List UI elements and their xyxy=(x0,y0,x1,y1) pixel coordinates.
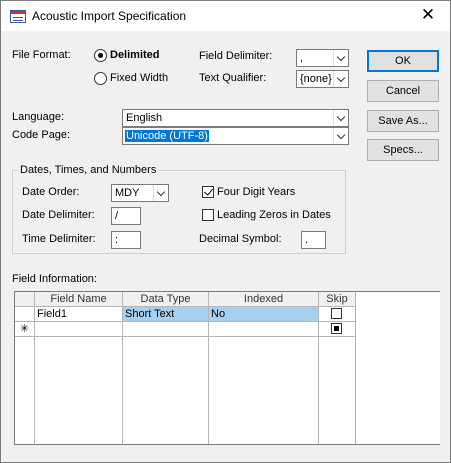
new-skip-checkbox[interactable] xyxy=(331,323,342,334)
date-delimiter-input[interactable]: / xyxy=(111,207,141,225)
column-header-indexed[interactable]: Indexed xyxy=(209,292,319,307)
new-skip-cell xyxy=(319,322,356,337)
dates-group-title: Dates, Times, and Numbers xyxy=(17,164,160,176)
four-digit-years-checkbox[interactable] xyxy=(202,186,214,198)
row-selector[interactable] xyxy=(15,307,35,322)
date-order-label: Date Order: xyxy=(22,186,80,198)
code-page-value: Unicode (UTF-8) xyxy=(125,130,209,142)
delimited-radio[interactable] xyxy=(94,49,107,62)
title-bar: Acoustic Import Specification ✕ xyxy=(1,1,450,31)
language-combo[interactable]: English xyxy=(122,109,349,127)
empty-column-area xyxy=(209,337,319,444)
field-name-cell[interactable]: Field1 xyxy=(35,307,123,322)
field-info-label: Field Information: xyxy=(12,273,97,285)
new-indexed-cell[interactable] xyxy=(209,322,319,337)
date-order-combo[interactable]: MDY xyxy=(111,184,169,202)
new-row-icon: ✳ xyxy=(15,322,35,337)
language-label: Language: xyxy=(12,111,64,123)
window-title: Acoustic Import Specification xyxy=(32,9,187,23)
grid-corner xyxy=(15,292,35,307)
fixed-width-label[interactable]: Fixed Width xyxy=(110,72,168,84)
save-as-button[interactable]: Save As... xyxy=(367,110,439,132)
time-delimiter-value: : xyxy=(115,234,119,246)
four-digit-years-label[interactable]: Four Digit Years xyxy=(217,186,295,198)
field-delimiter-label: Field Delimiter: xyxy=(199,50,273,62)
date-delimiter-label: Date Delimiter: xyxy=(22,209,95,221)
empty-column-area xyxy=(319,337,356,444)
chevron-down-icon[interactable] xyxy=(333,128,348,144)
field-delimiter-value: , xyxy=(300,52,304,64)
row-header-column xyxy=(15,337,35,444)
ok-button[interactable]: OK xyxy=(367,50,439,72)
field-delimiter-combo[interactable]: , xyxy=(296,49,349,67)
empty-column-area xyxy=(35,337,123,444)
skip-checkbox[interactable] xyxy=(331,308,342,319)
text-qualifier-combo[interactable]: {none} xyxy=(296,70,349,88)
text-qualifier-label: Text Qualifier: xyxy=(199,72,267,84)
file-format-label: File Format: xyxy=(12,49,71,61)
decimal-symbol-input[interactable]: . xyxy=(301,231,326,249)
app-icon xyxy=(10,10,26,23)
column-header-skip[interactable]: Skip xyxy=(319,292,356,307)
indexed-cell[interactable]: No xyxy=(209,307,319,322)
close-icon[interactable]: ✕ xyxy=(406,1,450,31)
time-delimiter-input[interactable]: : xyxy=(111,231,141,249)
time-delimiter-label: Time Delimiter: xyxy=(22,233,96,245)
delimited-label[interactable]: Delimited xyxy=(110,49,160,61)
chevron-down-icon[interactable] xyxy=(333,71,348,87)
empty-column-area xyxy=(123,337,209,444)
column-header-field-name[interactable]: Field Name xyxy=(35,292,123,307)
decimal-symbol-value: . xyxy=(305,234,309,246)
field-info-grid: Field Name Data Type Indexed Skip Field1… xyxy=(14,291,440,445)
text-qualifier-value: {none} xyxy=(300,73,332,85)
new-data-type-cell[interactable] xyxy=(123,322,209,337)
date-order-value: MDY xyxy=(115,187,140,199)
import-spec-dialog: Acoustic Import Specification ✕ File For… xyxy=(0,0,451,463)
column-header-data-type[interactable]: Data Type xyxy=(123,292,209,307)
specs-button[interactable]: Specs... xyxy=(367,139,439,161)
code-page-combo[interactable]: Unicode (UTF-8) xyxy=(122,127,349,145)
chevron-down-icon[interactable] xyxy=(333,50,348,66)
cancel-button[interactable]: Cancel xyxy=(367,80,439,102)
leading-zeros-checkbox[interactable] xyxy=(202,209,214,221)
leading-zeros-label[interactable]: Leading Zeros in Dates xyxy=(217,209,331,221)
skip-cell xyxy=(319,307,356,322)
date-delimiter-value: / xyxy=(115,210,119,222)
chevron-down-icon[interactable] xyxy=(153,185,168,201)
fixed-width-radio[interactable] xyxy=(94,72,107,85)
language-value: English xyxy=(126,112,163,124)
decimal-symbol-label: Decimal Symbol: xyxy=(199,233,282,245)
chevron-down-icon[interactable] xyxy=(333,110,348,126)
data-type-cell[interactable]: Short Text xyxy=(123,307,209,322)
new-field-name-cell[interactable] xyxy=(35,322,123,337)
code-page-label: Code Page: xyxy=(12,129,71,141)
grid-empty-area xyxy=(356,292,440,444)
